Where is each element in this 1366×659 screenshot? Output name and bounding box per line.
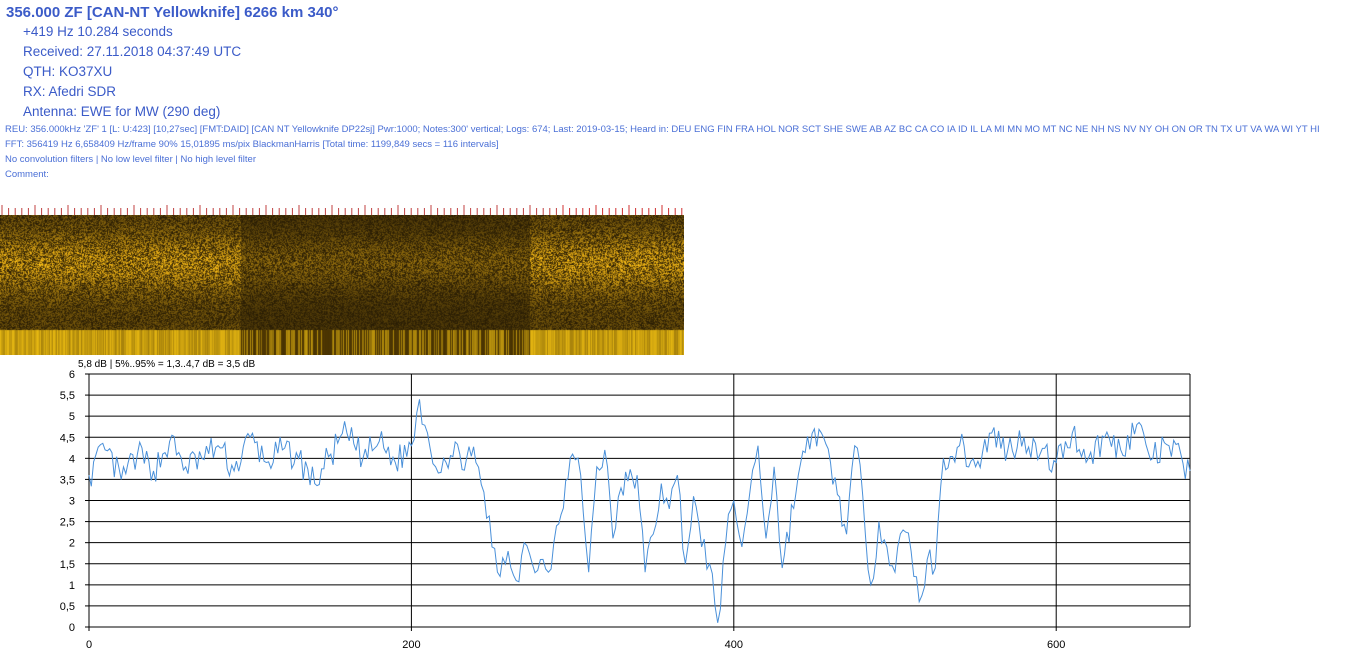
signal-header: 356.000 ZF [CAN-NT Yellowknife] 6266 km …: [6, 4, 339, 122]
comment-line: Comment:: [5, 169, 49, 180]
qth-info: QTH: KO37XU: [23, 64, 113, 79]
received-time: Received: 27.11.2018 04:37:49 UTC: [23, 44, 242, 59]
y-tick-label: 1,5: [60, 559, 75, 571]
antenna-info: Antenna: EWE for MW (290 deg): [23, 104, 221, 119]
y-tick-label: 2: [69, 538, 75, 550]
y-tick-label: 0,5: [60, 601, 75, 613]
y-tick-label: 4: [69, 453, 75, 465]
y-tick-label: 5,5: [60, 390, 75, 402]
chart-title: 5,8 dB | 5%..95% = 1,3..4,7 dB = 3,5 dB: [78, 359, 255, 370]
fft-details: FFT: 356419 Hz 6,658409 Hz/frame 90% 15,…: [5, 139, 499, 150]
y-tick-label: 4,5: [60, 432, 75, 444]
x-axis-ticks: 0 200 400 600: [86, 627, 1065, 651]
filter-details: No convolution filters | No low level fi…: [5, 154, 256, 165]
offset-info: +419 Hz 10.284 seconds: [23, 24, 173, 39]
x-tick-label: 0: [86, 639, 92, 651]
y-axis-ticks: 0 0,5 1 1,5 2 2,5 3 3,5 4 4,5 5 5,5 6: [60, 369, 89, 634]
series-line: [88, 399, 1191, 623]
y-tick-label: 1: [69, 580, 75, 592]
y-tick-label: 5: [69, 411, 75, 423]
y-tick-label: 3: [69, 496, 75, 508]
x-tick-label: 600: [1047, 639, 1065, 651]
station-title: 356.000 ZF [CAN-NT Yellowknife] 6266 km …: [6, 4, 339, 21]
x-tick-label: 200: [402, 639, 420, 651]
reu-details: REU: 356.000kHz 'ZF' 1 [L: U:423] [10,27…: [5, 124, 1320, 135]
y-tick-label: 0: [69, 622, 75, 634]
y-tick-label: 3,5: [60, 474, 75, 486]
y-tick-label: 6: [69, 369, 75, 381]
x-tick-label: 400: [725, 639, 743, 651]
spectrogram-image: [0, 215, 684, 355]
rx-info: RX: Afedri SDR: [23, 84, 117, 99]
frequency-ruler: [1, 205, 683, 215]
signal-level-chart: 5,8 dB | 5%..95% = 1,3..4,7 dB = 3,5 dB …: [60, 359, 1191, 651]
y-tick-label: 2,5: [60, 517, 75, 529]
